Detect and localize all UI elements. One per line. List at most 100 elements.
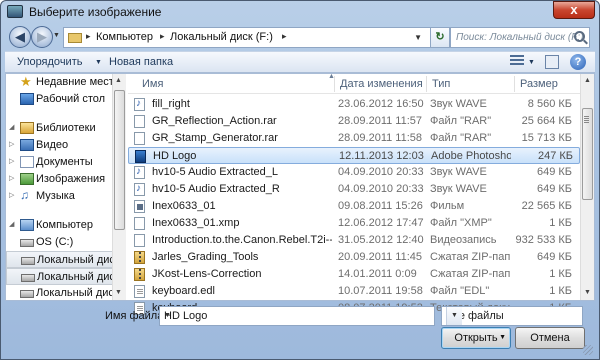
file-type: Сжатая ZIP-папка [430, 268, 510, 280]
chevron-down-icon[interactable]: ▼ [95, 59, 102, 66]
scroll-down-icon[interactable]: ▼ [115, 289, 122, 296]
file-row[interactable]: fill_right 23.06.2012 16:50 Звук WAVE 8 560… [128, 96, 580, 113]
sidebar-item-computer[interactable]: ◢ Компьютер [6, 217, 116, 234]
sidebar-scrollbar[interactable]: ▲ ▼ [112, 74, 126, 300]
new-folder-button[interactable]: Новая папка [109, 56, 173, 68]
file-size: 25 664 КБ [521, 115, 572, 127]
file-row[interactable]: GR_Reflection_Action.rar 28.09.2011 11:57… [128, 113, 580, 130]
search-input[interactable]: Поиск: Локальный диск (F:) [450, 27, 590, 48]
column-divider[interactable] [514, 76, 515, 92]
audio-file-icon [134, 166, 145, 179]
file-type: Сжатая ZIP-папка [430, 251, 510, 263]
expand-icon[interactable]: ▷ [9, 140, 14, 148]
computer-icon [20, 219, 34, 231]
file-row[interactable]: hv10-5 Audio Extracted_L 04.09.2010 20:33… [128, 164, 580, 181]
chevron-right-icon[interactable]: ▸ [282, 31, 287, 42]
sidebar-item-label: Документы [36, 156, 93, 168]
expand-icon[interactable]: ▷ [9, 191, 14, 199]
chevron-down-icon[interactable]: ▼ [446, 307, 462, 325]
breadcrumb-drive[interactable]: Локальный диск (F:) [170, 31, 273, 43]
collapse-icon[interactable]: ◢ [9, 220, 14, 228]
column-header-size[interactable]: Размер [520, 78, 558, 90]
file-type: Фильм [430, 200, 465, 212]
column-header-date[interactable]: Дата изменения [340, 78, 423, 90]
sidebar-item-label: Музыка [36, 190, 75, 202]
preview-pane-button[interactable] [545, 55, 559, 69]
scroll-down-icon[interactable]: ▼ [584, 289, 591, 296]
scroll-up-icon[interactable]: ▲ [115, 77, 122, 84]
audio-file-icon [134, 183, 145, 196]
file-row[interactable]: keyboard.edl 10.07.2011 19:58 Файл "EDL" 1 … [128, 283, 580, 300]
filetype-select[interactable]: Все файлы ▼ [441, 306, 583, 326]
filename-label: Имя файла: [105, 310, 167, 322]
breadcrumb-computer[interactable]: Компьютер [96, 31, 153, 43]
expand-icon[interactable]: ▷ [9, 174, 14, 182]
file-name: HD Logo [153, 150, 197, 162]
forward-button[interactable]: ▶ [31, 26, 53, 48]
collapse-icon[interactable]: ◢ [9, 123, 14, 131]
chevron-right-icon[interactable]: ▸ [86, 31, 91, 42]
sidebar-item-drive[interactable]: Локальный дис [6, 251, 116, 268]
view-options-icon[interactable] [510, 55, 524, 69]
file-type: Видеозапись [430, 234, 497, 246]
sidebar-item-drive[interactable]: Локальный дис [6, 285, 116, 300]
sidebar-item-desktop[interactable]: Рабочий стол [6, 91, 116, 108]
open-button[interactable]: Открыть ▼ [441, 327, 511, 349]
address-bar[interactable]: ▸ Компьютер ▸ Локальный диск (F:) ▸ ▼ [63, 27, 443, 48]
file-type: Файл "XMP" [430, 217, 492, 229]
sidebar-item-documents[interactable]: ▷ Документы [6, 154, 116, 171]
column-header-type[interactable]: Тип [432, 78, 450, 90]
file-open-dialog: Выберите изображение x ◀ ▶ ▼ ▸ Компьютер… [0, 0, 600, 360]
chevron-down-icon[interactable]: ▼ [528, 59, 535, 66]
scroll-up-icon[interactable]: ▲ [584, 77, 591, 84]
file-size: 1 КБ [549, 268, 572, 280]
app-icon [7, 5, 23, 18]
file-row[interactable]: hv10-5 Audio Extracted_R 04.09.2010 20:33… [128, 181, 580, 198]
chevron-down-icon[interactable]: ▼ [164, 312, 430, 319]
title-bar[interactable]: Выберите изображение x [1, 1, 599, 23]
sidebar-item-drive-c[interactable]: OS (C:) [6, 234, 116, 251]
zip-folder-icon [134, 268, 145, 281]
file-name: Introduction.to.the.Canon.Rebel.T2i--550… [152, 234, 332, 246]
chevron-right-icon[interactable]: ▸ [160, 31, 165, 42]
refresh-button[interactable]: ↻ [430, 27, 450, 48]
column-divider[interactable] [426, 76, 427, 92]
sidebar-item-pictures[interactable]: ▷ Изображения [6, 171, 116, 188]
file-row[interactable]: GR_Stamp_Generator.rar 28.09.2011 11:58 Фа… [128, 130, 580, 147]
file-row[interactable]: Jarles_Grading_Tools 20.09.2011 11:45 Сжат… [128, 249, 580, 266]
cancel-button[interactable]: Отмена [515, 327, 585, 349]
help-button[interactable]: ? [570, 54, 586, 70]
sidebar-item-libraries[interactable]: ◢ Библиотеки [6, 120, 116, 137]
file-name: GR_Reflection_Action.rar [152, 115, 277, 127]
file-type: Файл "RAR" [430, 115, 492, 127]
open-button-label: Открыть [454, 332, 498, 344]
file-row[interactable]: Introduction.to.the.Canon.Rebel.T2i--550… [128, 232, 580, 249]
sidebar-item-video[interactable]: ▷ Видео [6, 137, 116, 154]
file-row[interactable]: HD Logo 12.11.2013 12:03 Adobe Photoshop..… [128, 147, 580, 164]
chevron-down-icon[interactable]: ▼ [499, 328, 506, 348]
recent-pages-dropdown[interactable]: ▼ [53, 32, 60, 39]
sidebar-scroll-thumb[interactable] [114, 90, 125, 230]
expand-icon[interactable]: ▷ [9, 157, 14, 165]
column-header-name[interactable]: Имя [142, 78, 163, 90]
file-date: 20.09.2011 11:45 [338, 251, 423, 263]
filename-input[interactable]: HD Logo ▼ [159, 306, 435, 326]
address-dropdown[interactable]: ▼ [414, 33, 422, 42]
close-button[interactable]: x [553, 1, 595, 19]
resize-grip[interactable] [583, 345, 593, 355]
file-size: 649 КБ [536, 251, 572, 263]
file-row[interactable]: Inex0633_01 09.08.2011 15:26 Фильм 22 565 К… [128, 198, 580, 215]
file-row[interactable]: Inex0633_01.xmp 12.06.2012 17:47 Файл "XMP… [128, 215, 580, 232]
column-divider[interactable] [334, 76, 335, 92]
sidebar-item-drive[interactable]: Локальный дис [6, 268, 116, 285]
organize-button[interactable]: Упорядочить [17, 56, 82, 68]
file-size: 247 КБ [537, 150, 573, 162]
back-button[interactable]: ◀ [9, 26, 31, 48]
file-row[interactable]: JKost-Lens-Correction 14.01.2011 0:09 Сжат… [128, 266, 580, 283]
file-size: 649 КБ [536, 166, 572, 178]
sidebar-item-music[interactable]: ▷ ♫ Музыка [6, 188, 116, 205]
photoshop-file-icon [135, 150, 146, 163]
search-icon[interactable] [574, 31, 585, 42]
file-list-scrollbar[interactable]: ▲ ▼ [580, 74, 594, 300]
sidebar-item-recent[interactable]: ★ Недавние места [6, 74, 116, 91]
